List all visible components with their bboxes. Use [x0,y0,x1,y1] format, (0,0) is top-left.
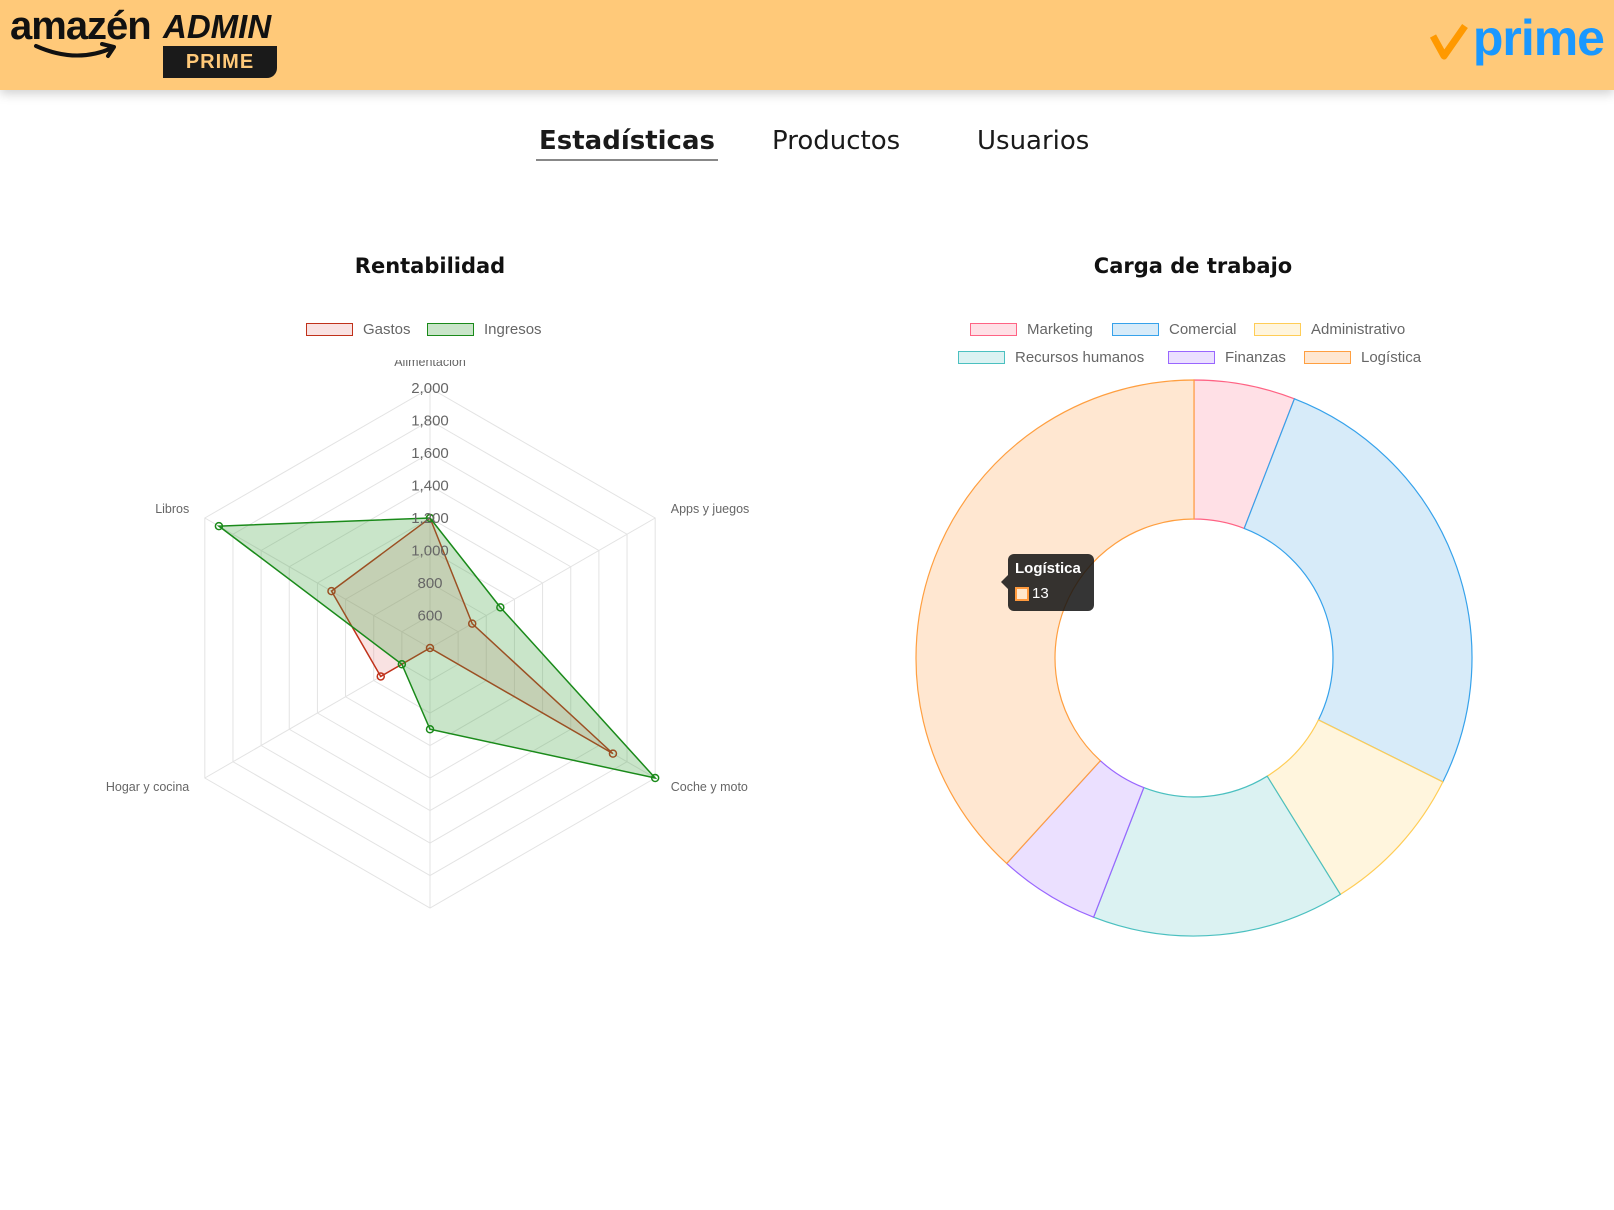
tab-estadisticas[interactable]: Estadísticas [536,126,718,161]
doughnut-slice-comercial[interactable] [1243,397,1473,783]
radar-chart[interactable]: 600 800 1,000 1,200 1,400 1,600 1,800 2,000 Alim… [100,360,760,920]
prime-logo[interactable]: prime [1429,10,1605,70]
radar-tick-label: 1,600 [411,445,449,462]
main-nav: Estadísticas Productos Usuarios [0,126,1614,166]
legend-label: Comercial [1169,321,1237,338]
check-icon [1429,24,1468,60]
tab-usuarios[interactable]: Usuarios [974,126,1092,159]
legend-swatch [1254,323,1301,336]
radar-category-label: Coche y moto [671,780,748,794]
doughnut-chart-title: Carga de trabajo [1093,254,1293,278]
legend-label: Administrativo [1311,321,1406,338]
legend-swatch [427,323,474,336]
legend-label: Logística [1361,349,1422,366]
radar-legend: Gastos Ingresos [306,321,566,341]
radar-tick-label: 800 [417,575,442,592]
legend-swatch [1112,323,1159,336]
app-header: amazén ADMIN PRIME prime [0,0,1614,90]
radar-tick-label: 1,800 [411,413,449,430]
radar-tick-label: 1,000 [411,543,449,560]
doughnut-chart[interactable] [900,370,1500,950]
radar-category-label: Apps y juegos [671,502,750,516]
radar-tick-label: 600 [417,608,442,625]
legend-label: Recursos humanos [1015,349,1145,366]
legend-swatch [1304,351,1351,364]
smile-arrow-icon [34,42,116,58]
radar-tick-label: 1,400 [411,478,449,495]
tooltip-swatch [1015,587,1029,601]
doughnut-legend: Marketing Comercial Administrativo Recur… [958,321,1438,369]
radar-category-label: Hogar y cocina [106,780,189,794]
legend-label: Finanzas [1225,349,1286,366]
logo-prime-badge: PRIME [163,46,277,78]
legend-swatch [306,323,353,336]
legend-swatch [1168,351,1215,364]
chart-tooltip: Logística 13 [1001,554,1094,611]
radar-tick-label: 2,000 [411,380,449,397]
radar-chart-title: Rentabilidad [354,254,506,278]
tooltip-value: 13 [1032,585,1049,602]
radar-category-label: Libros [155,502,189,516]
legend-label: Ingresos [484,321,542,338]
legend-swatch [970,323,1017,336]
radar-category-label: Alimentación [394,360,466,369]
legend-label: Marketing [1027,321,1093,338]
tooltip-title: Logística [1015,560,1081,577]
legend-label: Gastos [363,321,411,338]
legend-swatch [958,351,1005,364]
prime-wordmark: prime [1472,10,1605,66]
logo-admin-label: ADMIN [163,8,272,45]
radar-tick-label: 1,200 [411,510,449,527]
tab-productos[interactable]: Productos [769,126,903,159]
